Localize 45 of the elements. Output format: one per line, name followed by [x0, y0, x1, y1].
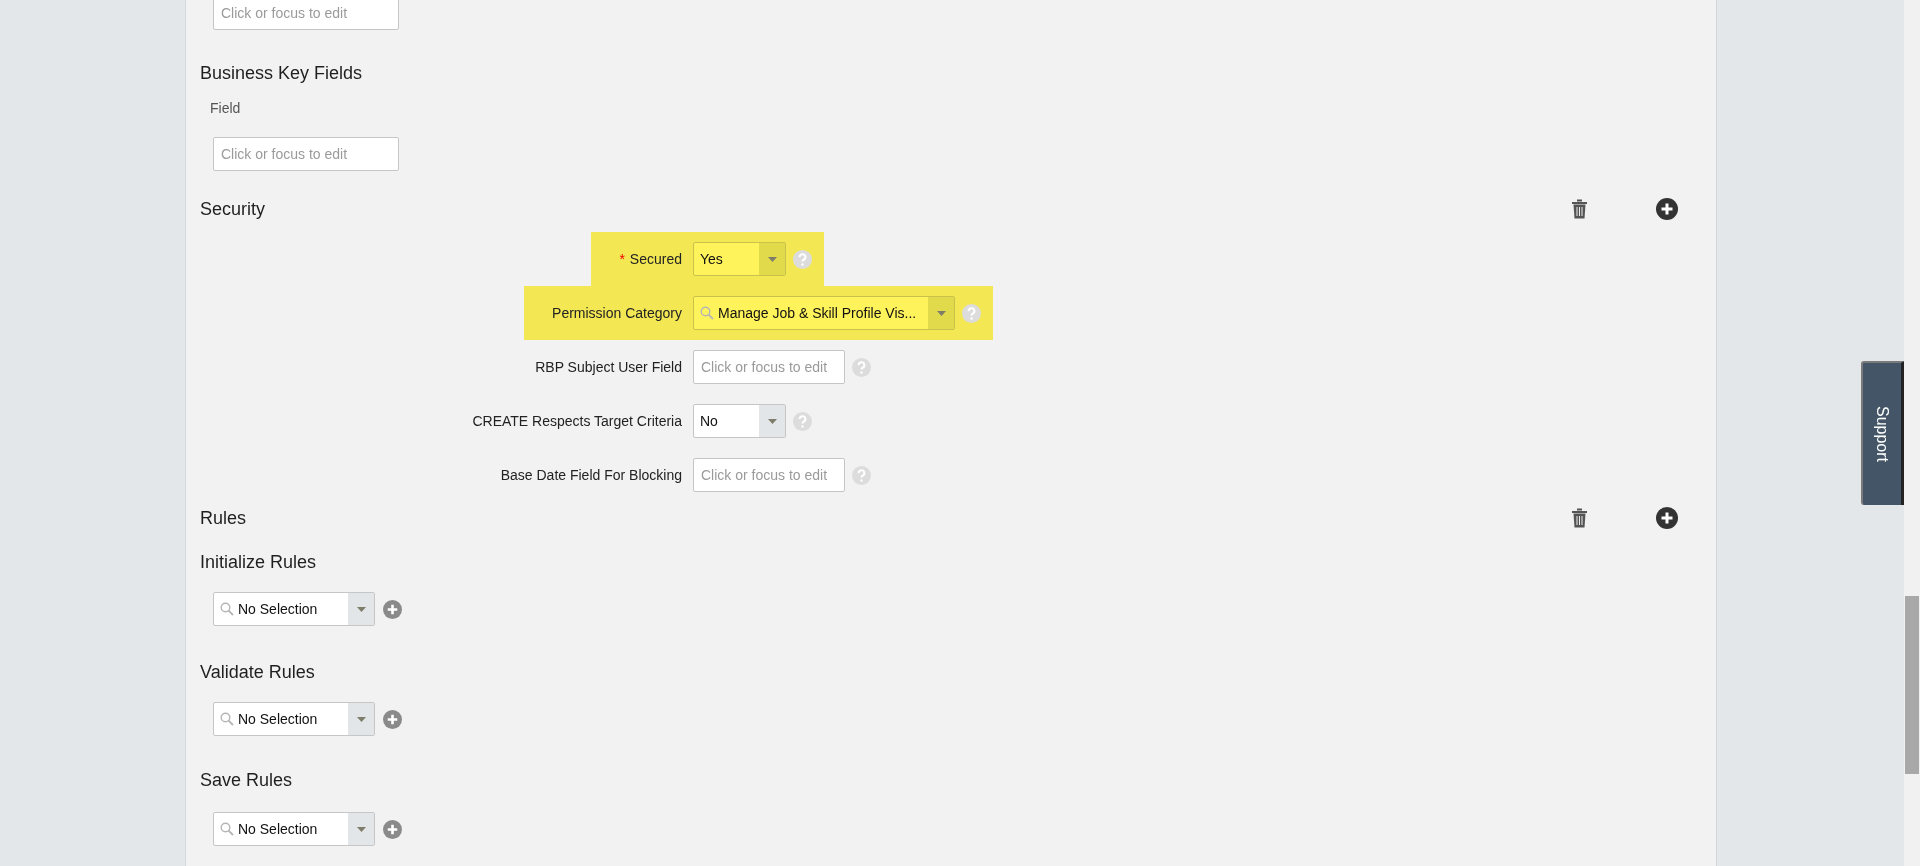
search-icon — [700, 306, 714, 320]
caret-icon — [356, 826, 366, 832]
caret-icon — [767, 418, 777, 424]
dropdown-value: No — [700, 413, 718, 429]
dropdown-value: Manage Job & Skill Profile Vis... — [718, 305, 917, 321]
rule-heading: Validate Rules — [200, 661, 316, 684]
section-heading: Business Key Fields — [200, 62, 363, 85]
field-label: * Secured — [591, 232, 693, 286]
input-field[interactable]: Click or focus to edit — [693, 350, 845, 384]
support-tab[interactable]: Support — [1861, 361, 1904, 505]
dropdown-value: Yes — [700, 251, 723, 267]
field-label: Base Date Field For Blocking — [500, 466, 683, 485]
dropdown-value: No Selection — [238, 711, 318, 727]
caret-icon — [767, 256, 777, 262]
section-heading: Security — [200, 198, 266, 221]
rule-heading: Save Rules — [200, 769, 294, 792]
search-icon — [220, 712, 234, 726]
dropdown-field[interactable]: No — [693, 404, 786, 438]
search-icon — [220, 602, 234, 616]
add-icon[interactable] — [1656, 507, 1678, 529]
search-icon — [220, 822, 234, 836]
dropdown-field[interactable]: No Selection — [213, 592, 375, 626]
input-field[interactable]: Click or focus to edit — [693, 458, 845, 492]
caret-icon — [936, 310, 946, 316]
scrollbar-thumb[interactable] — [1905, 596, 1919, 774]
rule-heading: Initialize Rules — [200, 551, 318, 574]
caret-icon — [356, 606, 366, 612]
field-label: CREATE Respects Target Criteria — [472, 412, 683, 431]
section-heading: Rules — [200, 507, 247, 530]
trash-icon[interactable] — [1571, 199, 1588, 219]
input-field[interactable]: Click or focus to edit — [213, 0, 399, 30]
dropdown-field[interactable]: No Selection — [213, 812, 375, 846]
dropdown-field[interactable]: Manage Job & Skill Profile Vis... — [693, 296, 955, 330]
field-label: RBP Subject User Field — [535, 358, 683, 377]
add-icon[interactable] — [1656, 198, 1678, 220]
dropdown-value: No Selection — [238, 821, 318, 837]
scrollbar[interactable] — [1904, 0, 1920, 866]
dropdown-field[interactable]: No Selection — [213, 702, 375, 736]
input-field[interactable]: Click or focus to edit — [213, 137, 399, 171]
caret-icon — [356, 716, 366, 722]
field-label: Permission Category — [524, 286, 693, 340]
dropdown-field[interactable]: Yes — [693, 242, 786, 276]
dropdown-value: No Selection — [238, 601, 318, 617]
column-label: Field — [210, 100, 242, 116]
trash-icon[interactable] — [1571, 508, 1588, 528]
